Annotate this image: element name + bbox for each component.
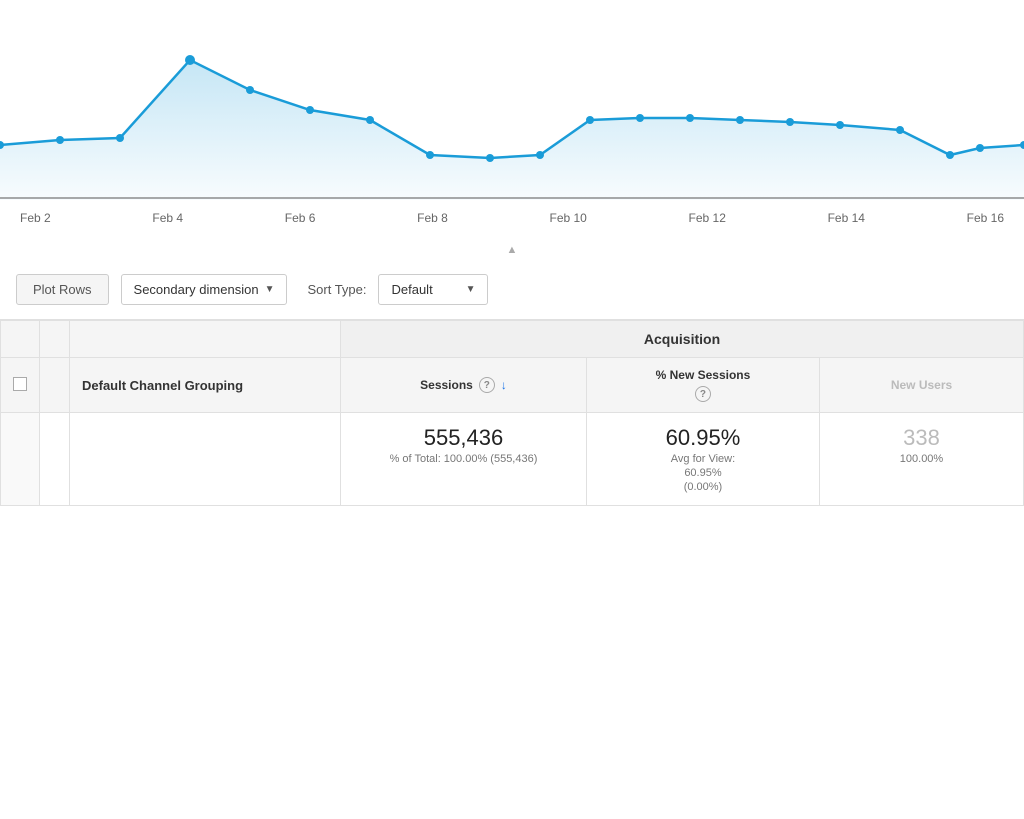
new-sessions-help-icon[interactable]: ? <box>695 386 711 402</box>
total-checkbox-cell <box>1 413 40 506</box>
sort-type-dropdown[interactable]: Default ▼ <box>378 274 488 305</box>
chart-dot <box>836 121 844 129</box>
x-label-feb4: Feb 4 <box>152 211 183 225</box>
chart-dot-peak <box>185 55 195 65</box>
chart-dot <box>426 151 434 159</box>
total-sessions-cell: 555,436 % of Total: 100.00% (555,436) <box>341 413 587 506</box>
chart-dot <box>536 151 544 159</box>
subheader-sessions[interactable]: Sessions ? ↓ <box>341 358 587 413</box>
data-table: Acquisition Default Channel Grouping Ses… <box>0 320 1024 506</box>
total-new-sessions-value: 60.95% <box>597 425 809 451</box>
chart-dot <box>116 134 124 142</box>
subheader-dimension[interactable]: Default Channel Grouping <box>70 358 341 413</box>
total-new-sessions-sub1: Avg for View: <box>597 453 809 465</box>
sessions-help-icon[interactable]: ? <box>479 377 495 393</box>
chart-x-axis: Feb 2 Feb 4 Feb 6 Feb 8 Feb 10 Feb 12 Fe… <box>0 205 1024 225</box>
chart-dot <box>246 86 254 94</box>
chart-dot <box>586 116 594 124</box>
chart-dot <box>636 114 644 122</box>
line-chart: Feb 2 Feb 4 Feb 6 Feb 8 Feb 10 Feb 12 Fe… <box>0 0 1024 240</box>
chart-svg <box>0 0 1024 200</box>
toolbar: Plot Rows Secondary dimension ▼ Sort Typ… <box>0 260 1024 320</box>
sessions-col-label: Sessions <box>420 378 473 392</box>
chart-dot <box>56 136 64 144</box>
chart-area <box>0 60 1024 200</box>
total-new-users-value: 338 <box>903 425 940 450</box>
chevron-down-icon-sort: ▼ <box>466 284 476 295</box>
chart-dot <box>946 151 954 159</box>
new-sessions-col-label: % New Sessions <box>656 368 751 382</box>
header-dimension-col <box>70 321 341 358</box>
chart-dot <box>786 118 794 126</box>
chart-dot <box>976 144 984 152</box>
sort-default-label: Default <box>391 282 432 297</box>
total-new-users-cell: 338 100.00% <box>820 413 1024 506</box>
total-index-cell <box>40 413 70 506</box>
table-total-row: 555,436 % of Total: 100.00% (555,436) 60… <box>1 413 1024 506</box>
chart-dot <box>486 154 494 162</box>
chart-dot <box>306 106 314 114</box>
chart-dot <box>686 114 694 122</box>
subheader-index <box>40 358 70 413</box>
x-label-feb16: Feb 16 <box>967 211 1004 225</box>
chart-dot <box>736 116 744 124</box>
total-new-users-sub: 100.00% <box>830 453 1013 465</box>
subheader-new-sessions[interactable]: % New Sessions ? <box>586 358 819 413</box>
x-label-feb6: Feb 6 <box>285 211 316 225</box>
total-new-sessions-sub3: (0.00%) <box>597 481 809 493</box>
header-checkbox-col <box>1 321 40 358</box>
sort-type-label: Sort Type: <box>307 282 366 297</box>
x-label-feb12: Feb 12 <box>689 211 726 225</box>
header-acquisition: Acquisition <box>341 321 1024 358</box>
total-new-sessions-sub2: 60.95% <box>597 467 809 479</box>
total-sessions-value: 555,436 <box>351 425 576 451</box>
total-dimension-cell <box>70 413 341 506</box>
header-index-col <box>40 321 70 358</box>
checkbox-all[interactable] <box>13 377 27 391</box>
collapse-indicator[interactable]: ▲ <box>0 240 1024 260</box>
chart-dot <box>366 116 374 124</box>
x-label-feb8: Feb 8 <box>417 211 448 225</box>
total-sessions-sub: % of Total: 100.00% (555,436) <box>351 453 576 465</box>
secondary-dimension-label: Secondary dimension <box>134 282 259 297</box>
total-new-sessions-cell: 60.95% Avg for View: 60.95% (0.00%) <box>586 413 819 506</box>
chevron-down-icon: ▼ <box>265 284 275 295</box>
x-label-feb14: Feb 14 <box>828 211 865 225</box>
x-label-feb10: Feb 10 <box>550 211 587 225</box>
x-label-feb2: Feb 2 <box>20 211 51 225</box>
subheader-checkbox <box>1 358 40 413</box>
secondary-dimension-dropdown[interactable]: Secondary dimension ▼ <box>121 274 288 305</box>
sessions-sort-arrow[interactable]: ↓ <box>501 378 507 392</box>
subheader-new-users[interactable]: New Users <box>820 358 1024 413</box>
plot-rows-button[interactable]: Plot Rows <box>16 274 109 305</box>
chart-dot <box>896 126 904 134</box>
